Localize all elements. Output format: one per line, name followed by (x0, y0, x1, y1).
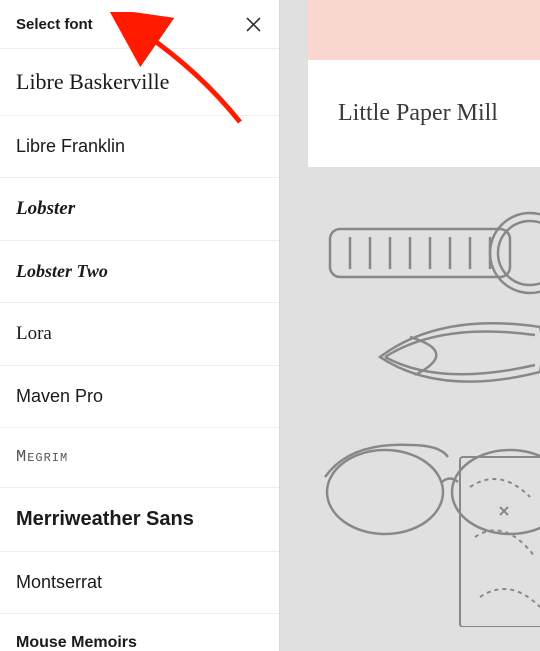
font-item-lora[interactable]: Lora (0, 303, 279, 366)
font-item-lobster-two[interactable]: Lobster Two (0, 241, 279, 303)
preview-banner (308, 0, 540, 60)
preview-title-wrap: Little Paper Mill (308, 60, 540, 167)
font-item-mouse-memoirs[interactable]: Mouse Memoirs (0, 614, 279, 651)
font-list: Libre Baskerville Libre Franklin Lobster… (0, 48, 279, 651)
font-item-libre-franklin[interactable]: Libre Franklin (0, 116, 279, 178)
font-select-panel: Select font Libre Baskerville Libre Fran… (0, 0, 280, 651)
font-item-libre-baskerville[interactable]: Libre Baskerville (0, 49, 279, 116)
preview-card: Little Paper Mill (308, 0, 540, 167)
close-icon[interactable] (243, 14, 263, 34)
preview-pane: Little Paper Mill (280, 0, 540, 651)
panel-header: Select font (0, 0, 279, 48)
font-item-merriweather-sans[interactable]: Merriweather Sans (0, 488, 279, 552)
font-item-montserrat[interactable]: Montserrat (0, 552, 279, 614)
font-item-megrim[interactable]: Megrim (0, 428, 279, 488)
preview-illustration (308, 167, 540, 651)
font-item-lobster[interactable]: Lobster (0, 178, 279, 241)
preview-title: Little Paper Mill (338, 100, 498, 126)
panel-title: Select font (16, 16, 93, 33)
font-item-maven-pro[interactable]: Maven Pro (0, 366, 279, 428)
